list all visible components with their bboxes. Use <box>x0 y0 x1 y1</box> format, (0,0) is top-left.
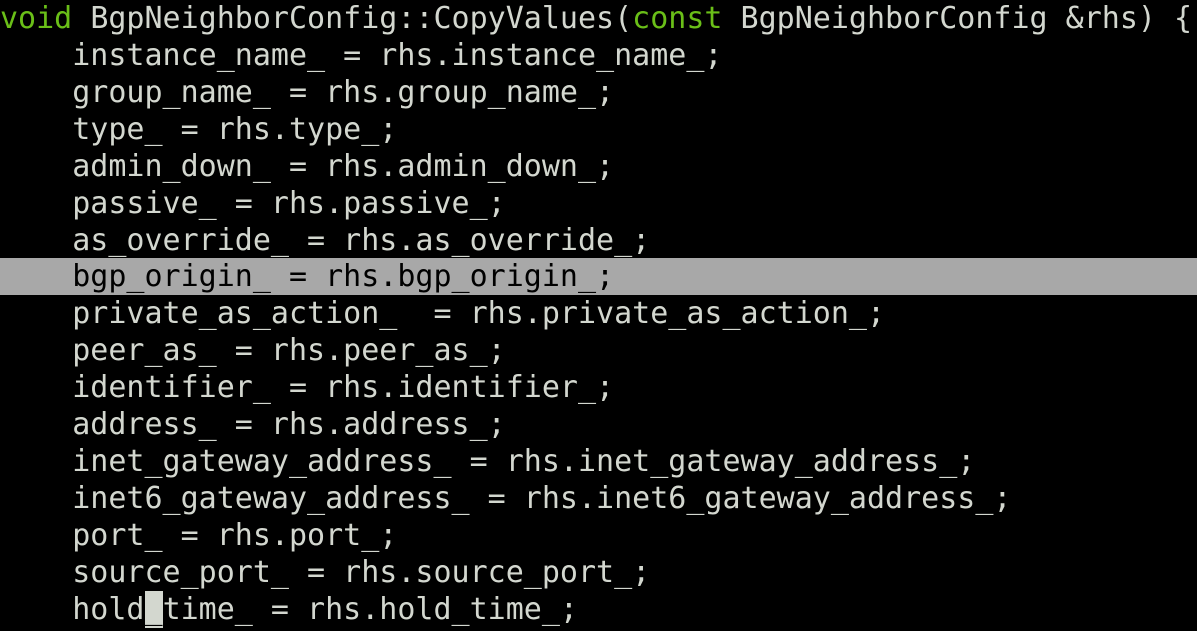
code-line-highlighted: bgp_origin_ = rhs.bgp_origin_; <box>0 258 1197 295</box>
code-line: private_as_action_ = rhs.private_as_acti… <box>0 296 886 331</box>
code-line: port_ = rhs.port_; <box>0 518 398 553</box>
code-line-function-header: void BgpNeighborConfig::CopyValues(const… <box>0 0 1192 37</box>
code-line: inet6_gateway_address_ = rhs.inet6_gatew… <box>0 481 1012 516</box>
code-line: identifier_ = rhs.identifier_; <box>0 370 615 405</box>
keyword-void: void <box>0 1 73 36</box>
code-line: type_ = rhs.type_; <box>0 112 398 147</box>
code-line: passive_ = rhs.passive_; <box>0 186 506 221</box>
code-line: inet_gateway_address_ = rhs.inet_gateway… <box>0 444 976 479</box>
code-text-after-cursor: time_ = rhs.hold_time_; <box>162 592 578 627</box>
code-line: as_override_ = rhs.as_override_; <box>0 223 651 258</box>
code-line: source_port_ = rhs.source_port_; <box>0 555 651 590</box>
code-line: admin_down_ = rhs.admin_down_; <box>0 149 615 184</box>
terminal-editor[interactable]: void BgpNeighborConfig::CopyValues(const… <box>0 0 1197 631</box>
text-cursor[interactable]: _ <box>144 591 163 628</box>
keyword-const: const <box>632 1 723 36</box>
function-params: BgpNeighborConfig &rhs) { <box>740 1 1193 36</box>
code-line: group_name_ = rhs.group_name_; <box>0 75 615 110</box>
code-line: peer_as_ = rhs.peer_as_; <box>0 333 506 368</box>
code-text-before-cursor: hold <box>0 592 145 627</box>
code-line: address_ = rhs.address_; <box>0 407 506 442</box>
code-line: instance_name_ = rhs.instance_name_; <box>0 38 723 73</box>
code-line-with-cursor: hold_time_ = rhs.hold_time_; <box>0 591 578 628</box>
function-name: BgpNeighborConfig::CopyValues( <box>90 1 633 36</box>
